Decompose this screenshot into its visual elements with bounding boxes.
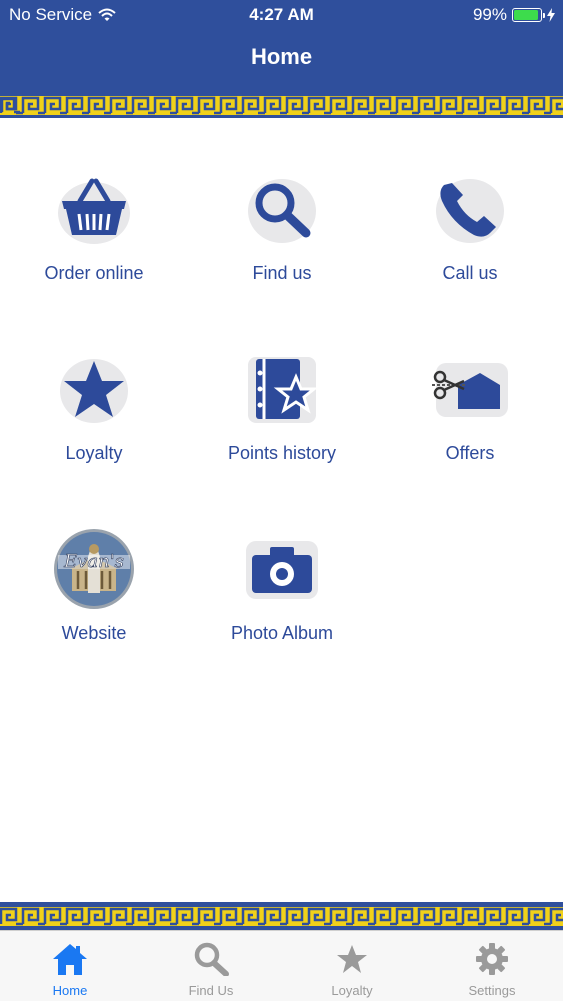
tile-label: Photo Album	[230, 623, 334, 643]
tile-points-history[interactable]: Points history	[188, 345, 376, 464]
tile-label: Find us	[252, 263, 312, 283]
tile-label: Order online	[44, 263, 144, 283]
tab-loyalty[interactable]: Loyalty	[282, 931, 422, 1001]
tile-label: Call us	[442, 263, 498, 283]
tile-website[interactable]: Evan's Website	[0, 525, 188, 644]
tab-label: Home	[52, 983, 88, 998]
battery-status: 99%	[473, 5, 555, 25]
star-icon	[60, 359, 128, 423]
tile-loyalty[interactable]: Loyalty	[0, 345, 188, 464]
tab-find-us[interactable]: Find Us	[141, 931, 281, 1001]
tile-label: Offers	[445, 443, 495, 463]
charging-icon	[547, 8, 555, 22]
tab-label: Settings	[468, 983, 516, 998]
scissors-coupon-icon	[432, 363, 508, 417]
tile-label: Website	[61, 623, 127, 643]
tab-bar: Home Find Us Loyalty Settings	[0, 930, 563, 1001]
header: No Service 4:27 AM 99% Home	[0, 0, 563, 93]
battery-percent: 99%	[472, 5, 507, 24]
tile-find-us[interactable]: Find us	[188, 165, 376, 284]
tile-call-us[interactable]: Call us	[376, 165, 563, 284]
svg-text:Evan's: Evan's	[63, 551, 124, 572]
gear-icon	[476, 943, 508, 975]
greek-key-border-top	[0, 93, 563, 118]
tab-label: Find Us	[188, 983, 234, 998]
home-icon	[53, 944, 87, 975]
tile-label: Points history	[227, 443, 337, 463]
tile-photo-album[interactable]: Photo Album	[188, 525, 376, 644]
tab-label: Loyalty	[331, 983, 373, 998]
phone-icon	[436, 179, 504, 243]
search-icon	[194, 942, 229, 976]
battery-icon	[512, 8, 545, 22]
tile-order-online[interactable]: Order online	[0, 165, 188, 284]
status-bar: No Service 4:27 AM 99%	[0, 0, 563, 30]
camera-icon	[246, 541, 318, 599]
basket-icon	[58, 178, 130, 244]
page-title: Home	[250, 44, 313, 69]
greek-key-border-bottom	[0, 902, 563, 930]
tile-label: Loyalty	[65, 443, 123, 463]
tile-offers[interactable]: Offers	[376, 345, 563, 464]
tab-settings[interactable]: Settings	[422, 931, 562, 1001]
tab-home[interactable]: Home	[0, 931, 140, 1001]
evans-logo: Evan's	[54, 529, 134, 609]
magnifier-icon	[248, 179, 316, 243]
star-book-icon	[248, 357, 319, 423]
star-icon	[337, 945, 367, 973]
